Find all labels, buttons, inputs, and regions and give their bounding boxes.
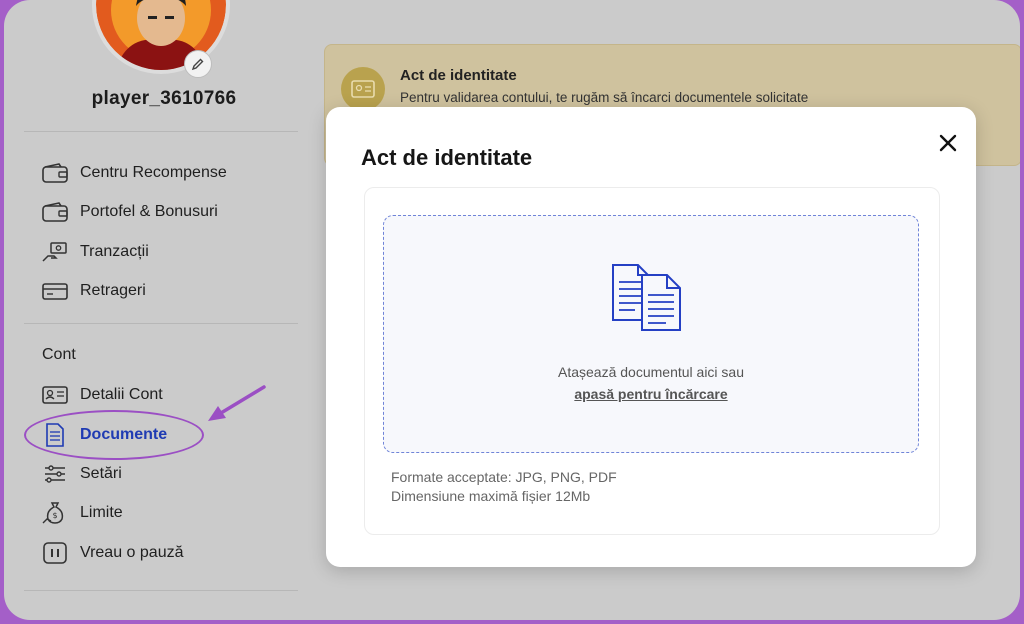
- sidebar-item-label: Setări: [80, 465, 122, 482]
- upload-modal: Act de identitate Atașează documentul ai…: [326, 107, 976, 567]
- modal-title: Act de identitate: [361, 145, 533, 170]
- app-frame: player_3610766 Centru Recompense Portofe…: [4, 0, 1020, 620]
- max-file-size: Dimensiune maximă fișier 12Mb: [391, 488, 591, 504]
- upload-link[interactable]: apasă pentru încărcare: [384, 386, 918, 402]
- sidebar-item-label: Limite: [80, 504, 123, 521]
- wallet-icon: [40, 199, 70, 225]
- sidebar-item-portofel-bonusuri[interactable]: Portofel & Bonusuri: [40, 197, 218, 227]
- upload-dropzone[interactable]: Atașează documentul aici sau apasă pentr…: [383, 215, 919, 453]
- card-icon: [40, 278, 70, 304]
- section-label-cont: Cont: [42, 346, 76, 363]
- sidebar-item-centru-recompense[interactable]: Centru Recompense: [40, 158, 227, 188]
- sidebar: player_3610766 Centru Recompense Portofe…: [4, 0, 304, 620]
- id-card-icon: [341, 67, 385, 111]
- dropzone-instruction: Atașează documentul aici sau: [558, 364, 744, 380]
- username: player_3610766: [91, 88, 237, 109]
- id-card-icon: [40, 382, 70, 408]
- banner-text: Pentru validarea contului, te rugăm să î…: [400, 90, 809, 105]
- wallet-icon: [40, 160, 70, 186]
- accepted-formats: Formate acceptate: JPG, PNG, PDF: [391, 469, 617, 485]
- sidebar-item-vreau-o-pauza[interactable]: Vreau o pauză: [40, 538, 183, 568]
- arrow-icon: [208, 385, 266, 421]
- sidebar-item-label: Centru Recompense: [80, 164, 227, 181]
- money-hand-icon: [40, 239, 70, 265]
- sidebar-item-detalii-cont[interactable]: Detalii Cont: [40, 380, 163, 410]
- sidebar-item-label: Detalii Cont: [80, 386, 163, 403]
- sidebar-item-tranzactii[interactable]: Tranzacții: [40, 237, 149, 267]
- sidebar-item-label: Vreau o pauză: [80, 544, 184, 561]
- pencil-icon: [191, 58, 204, 71]
- upload-card: Atașează documentul aici sau apasă pentr…: [364, 187, 940, 535]
- money-bag-icon: $: [40, 500, 70, 526]
- sidebar-item-label: Retrageri: [80, 282, 146, 299]
- sidebar-divider: [24, 323, 298, 324]
- sliders-icon: [40, 461, 70, 487]
- pause-icon: [40, 540, 70, 566]
- banner-title: Act de identitate: [400, 67, 517, 84]
- sidebar-item-limite[interactable]: $ Limite: [40, 498, 123, 528]
- close-icon: [939, 134, 957, 152]
- sidebar-item-retrageri[interactable]: Retrageri: [40, 276, 146, 306]
- sidebar-item-setari[interactable]: Setări: [40, 459, 122, 489]
- edit-avatar-button[interactable]: [184, 50, 212, 78]
- sidebar-item-label: Portofel & Bonusuri: [80, 203, 218, 220]
- close-button[interactable]: [934, 129, 962, 157]
- highlight-circle: [24, 410, 204, 460]
- documents-icon: [612, 264, 681, 331]
- sidebar-item-label: Tranzacții: [80, 243, 149, 260]
- sidebar-divider: [24, 131, 298, 132]
- svg-text:$: $: [52, 511, 57, 520]
- sidebar-divider: [24, 590, 298, 591]
